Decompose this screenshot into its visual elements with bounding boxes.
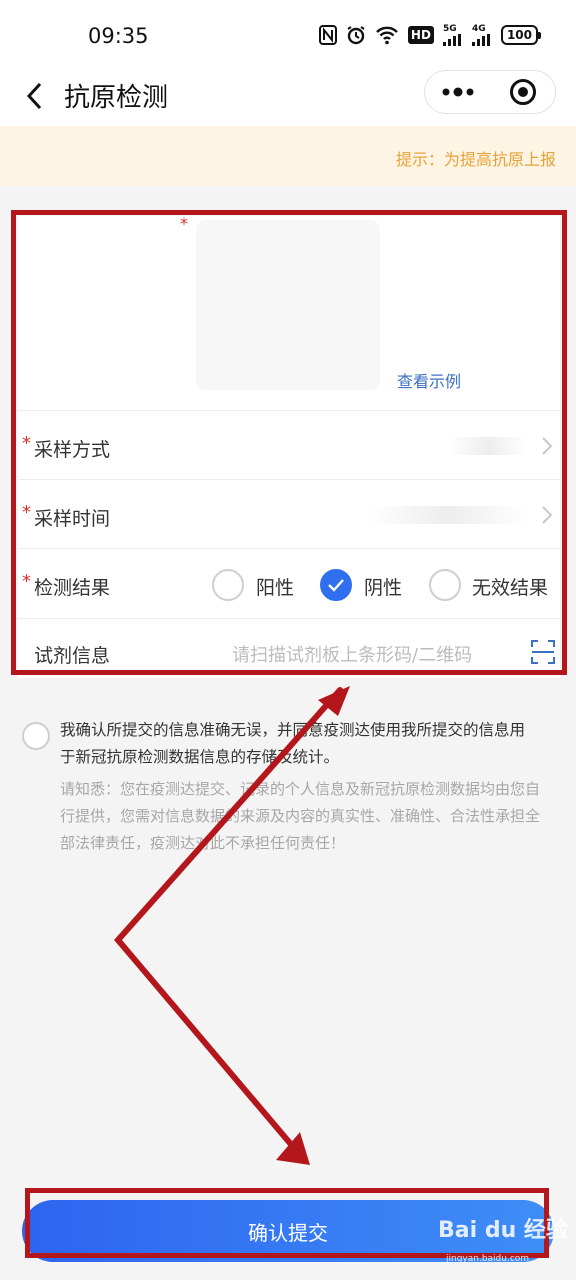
close-mini-program-button[interactable] bbox=[490, 70, 555, 114]
status-time: 09:35 bbox=[88, 24, 149, 48]
signal-5g-icon: 5G bbox=[442, 23, 463, 46]
watermark-url: jingyan.baidu.com bbox=[446, 1254, 530, 1264]
tip-banner: 提示：为提高抗原上报 bbox=[0, 126, 576, 186]
chevron-left-icon bbox=[26, 82, 42, 110]
wifi-icon bbox=[375, 24, 399, 46]
signal-4g-icon: 4G bbox=[471, 23, 492, 46]
watermark-logo: Bai du 经验 bbox=[438, 1218, 568, 1243]
agreement-checkbox[interactable] bbox=[22, 722, 50, 750]
annotation-box-form bbox=[11, 210, 567, 675]
target-circle-icon bbox=[509, 79, 536, 105]
arrow-head-down bbox=[276, 1132, 310, 1165]
arrow-head-up bbox=[318, 686, 350, 716]
nfc-icon bbox=[318, 24, 337, 46]
more-dots-icon bbox=[442, 87, 473, 97]
more-button[interactable] bbox=[425, 70, 490, 114]
hd-icon: HD bbox=[407, 26, 434, 44]
page-title: 抗原检测 bbox=[64, 83, 169, 113]
signal-5g-label: 5G bbox=[442, 23, 457, 34]
notice-text: 请知悉：您在疫测达提交、记录的个人信息及新冠抗原检测数据均由您自行提供，您需对信… bbox=[60, 780, 541, 852]
back-button[interactable] bbox=[18, 76, 50, 116]
mini-program-capsule bbox=[424, 70, 556, 114]
status-icons: HD 5G 4G 100 bbox=[318, 23, 542, 46]
signal-4g-label: 4G bbox=[471, 23, 486, 34]
tip-text: 提示：为提高抗原上报 bbox=[395, 150, 556, 169]
status-bar: 09:35 HD 5G 4G 100 bbox=[0, 0, 576, 66]
agreement-text: 我确认所提交的信息准确无误，并同意疫测达使用我所提交的信息用于新冠抗原检测数据信… bbox=[60, 721, 526, 766]
alarm-icon bbox=[346, 24, 366, 46]
nav-bar: 抗原检测 bbox=[0, 66, 576, 126]
battery-icon: 100 bbox=[500, 25, 542, 45]
